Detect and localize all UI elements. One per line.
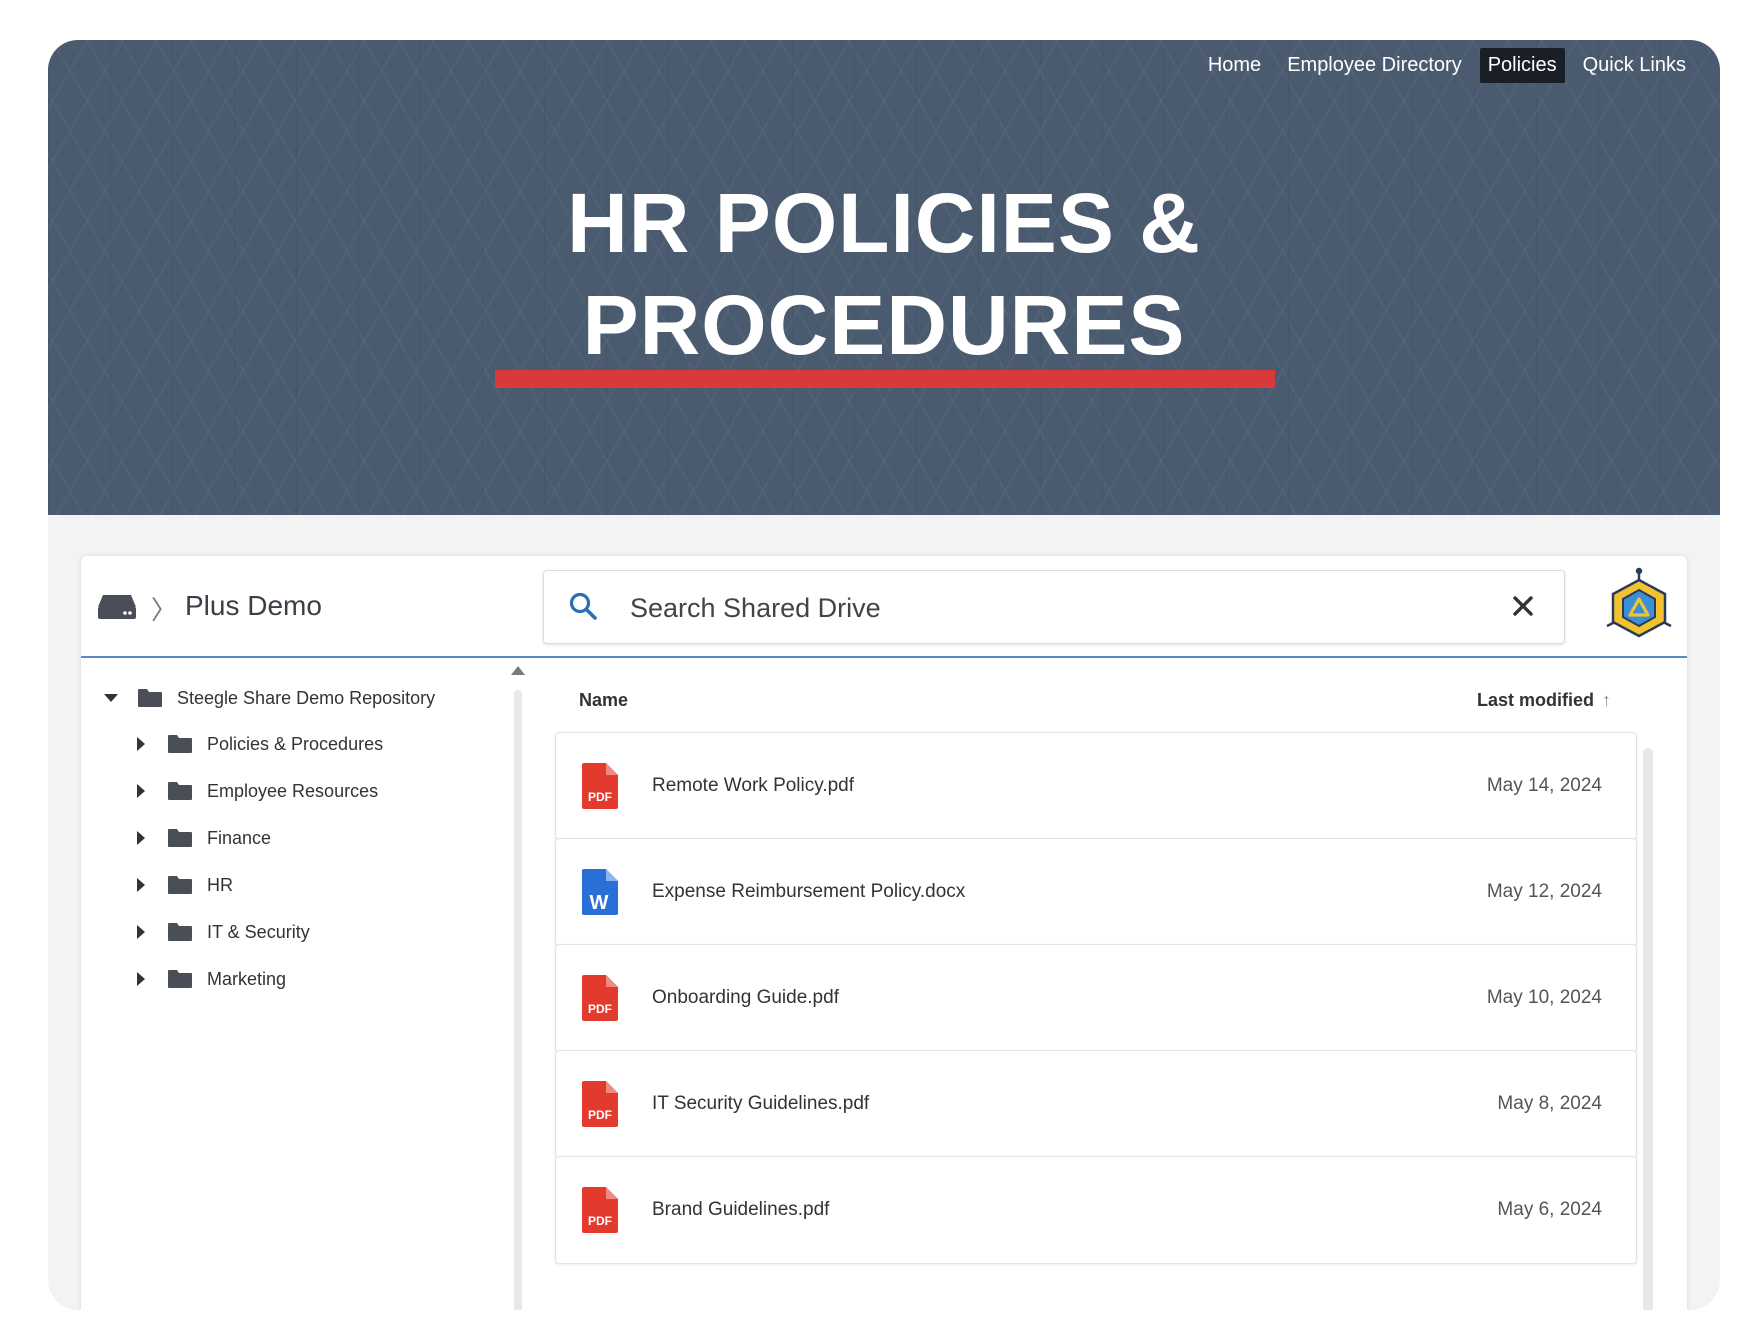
column-header-last-modified-label: Last modified: [1476, 690, 1594, 710]
file-name[interactable]: Onboarding Guide.pdf: [652, 987, 839, 1009]
title-underline: [495, 370, 1275, 388]
caret-right-icon[interactable]: [133, 783, 149, 799]
tree-item-label: Employee Resources: [207, 780, 379, 801]
shared-drive-panel: 〉 Plus Demo Search Shared Drive Steegle …: [80, 555, 1688, 1310]
page-title-line-2: PROCEDURES: [582, 278, 1186, 372]
tree-item-policies-procedures[interactable]: Policies & Procedures: [133, 726, 383, 762]
assistant-bot-icon[interactable]: [1603, 566, 1675, 646]
sort-arrow-icon: ↑: [1602, 690, 1611, 710]
tree-item-label: Finance: [207, 827, 272, 848]
caret-down-icon[interactable]: [103, 690, 119, 706]
word-icon: W: [582, 869, 618, 915]
svg-text:PDF: PDF: [588, 1214, 612, 1228]
tree-item-hr[interactable]: HR: [133, 867, 233, 903]
tree-item-finance[interactable]: Finance: [133, 820, 271, 856]
nav-home[interactable]: Home: [1200, 48, 1269, 83]
file-row[interactable]: PDF Remote Work Policy.pdf May 14, 2024: [555, 732, 1637, 840]
file-date: May 6, 2024: [1497, 1199, 1602, 1220]
scrollbar-track[interactable]: [514, 690, 522, 1310]
pdf-icon: PDF: [582, 763, 618, 809]
file-date: May 12, 2024: [1486, 881, 1602, 902]
shared-drive-icon[interactable]: [97, 591, 137, 621]
breadcrumb-current[interactable]: Plus Demo: [185, 590, 322, 622]
folder-icon: [168, 735, 192, 753]
toolbar: 〉 Plus Demo: [81, 556, 1687, 658]
caret-right-icon[interactable]: [133, 736, 149, 752]
file-row[interactable]: PDF Brand Guidelines.pdf May 6, 2024: [555, 1156, 1637, 1264]
pdf-icon: PDF: [582, 1187, 618, 1233]
page-frame: Home Employee Directory Policies Quick L…: [48, 40, 1720, 1310]
caret-right-icon[interactable]: [133, 877, 149, 893]
nav-policies[interactable]: Policies: [1479, 48, 1565, 83]
svg-text:W: W: [590, 892, 609, 914]
file-row[interactable]: PDF Onboarding Guide.pdf May 10, 2024: [555, 944, 1637, 1052]
folder-icon: [168, 970, 192, 988]
search-input[interactable]: [628, 587, 1432, 629]
folder-icon: [168, 782, 192, 800]
nav-employee-directory[interactable]: Employee Directory: [1279, 48, 1470, 83]
caret-right-icon[interactable]: [133, 924, 149, 940]
pdf-icon: PDF: [582, 1081, 618, 1127]
file-name[interactable]: IT Security Guidelines.pdf: [652, 1093, 869, 1115]
file-date: May 10, 2024: [1486, 987, 1602, 1008]
top-nav: Home Employee Directory Policies Quick L…: [1200, 48, 1694, 83]
breadcrumb-separator: 〉: [151, 595, 178, 625]
file-list-scrollbar[interactable]: [1643, 748, 1653, 1310]
file-date: May 14, 2024: [1486, 775, 1602, 796]
tree-item-it-security[interactable]: IT & Security: [133, 914, 310, 950]
tree-item-label: HR: [207, 874, 233, 895]
file-name[interactable]: Brand Guidelines.pdf: [652, 1199, 829, 1221]
svg-text:PDF: PDF: [588, 790, 612, 804]
hero-banner: Home Employee Directory Policies Quick L…: [48, 40, 1720, 515]
tree-item-marketing[interactable]: Marketing: [133, 961, 286, 997]
file-list: Name Last modified ↑ PDF Remote Work Poli…: [543, 658, 1673, 1310]
scroll-up-arrow-icon[interactable]: [511, 666, 525, 675]
file-name[interactable]: Expense Reimbursement Policy.docx: [652, 881, 965, 903]
search-icon: [569, 592, 597, 620]
close-icon[interactable]: [1510, 593, 1536, 619]
column-header-name[interactable]: Name: [579, 690, 628, 711]
tree-item-label: IT & Security: [207, 921, 310, 942]
page-title-line-1: HR POLICIES &: [567, 176, 1201, 270]
sidebar-scrollbar[interactable]: [511, 666, 525, 1310]
nav-quick-links[interactable]: Quick Links: [1575, 48, 1694, 83]
file-name[interactable]: Remote Work Policy.pdf: [652, 775, 854, 797]
search-box[interactable]: [543, 570, 1565, 644]
tree-item-label: Marketing: [207, 968, 287, 989]
folder-tree: Steegle Share Demo Repository Policies &…: [81, 658, 523, 1310]
folder-icon: [168, 829, 192, 847]
column-header-last-modified[interactable]: Last modified ↑: [1477, 690, 1611, 711]
folder-icon: [168, 876, 192, 894]
tree-item-employee-resources[interactable]: Employee Resources: [133, 773, 378, 809]
file-row[interactable]: PDF IT Security Guidelines.pdf May 8, 20…: [555, 1050, 1637, 1158]
tree-root-label: Steegle Share Demo Repository: [177, 687, 436, 708]
file-row[interactable]: W Expense Reimbursement Policy.docx May …: [555, 838, 1637, 946]
svg-text:PDF: PDF: [588, 1002, 612, 1016]
tree-item-label: Policies & Procedures: [207, 733, 384, 754]
caret-right-icon[interactable]: [133, 971, 149, 987]
file-date: May 8, 2024: [1497, 1093, 1602, 1114]
page-title: HR POLICIES & PROCEDURES: [48, 172, 1720, 376]
svg-text:PDF: PDF: [588, 1108, 612, 1122]
caret-right-icon[interactable]: [133, 830, 149, 846]
folder-icon: [168, 923, 192, 941]
pdf-icon: PDF: [582, 975, 618, 1021]
folder-icon: [138, 689, 162, 707]
tree-root[interactable]: Steegle Share Demo Repository: [103, 680, 435, 716]
